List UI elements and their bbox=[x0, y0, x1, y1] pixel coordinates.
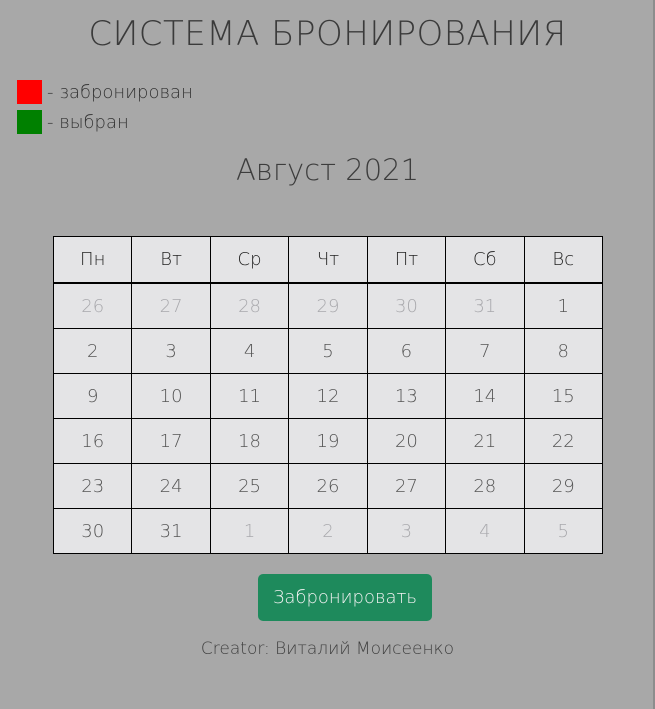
weekday-sat: Сб bbox=[445, 236, 525, 284]
calendar-day[interactable]: 16 bbox=[52, 418, 133, 464]
calendar-day[interactable]: 21 bbox=[445, 418, 525, 464]
calendar-day-other-month[interactable]: 28 bbox=[209, 282, 290, 329]
calendar-day[interactable]: 15 bbox=[523, 373, 604, 419]
calendar-week-row: 16 17 18 19 20 21 22 bbox=[52, 418, 604, 464]
legend-label-booked: - забронирован bbox=[47, 81, 193, 103]
weekday-thu: Чт bbox=[288, 236, 368, 284]
calendar-day-other-month[interactable]: 27 bbox=[131, 282, 211, 329]
calendar-day[interactable]: 23 bbox=[52, 463, 133, 509]
calendar-day[interactable]: 27 bbox=[366, 463, 447, 509]
calendar-day[interactable]: 20 bbox=[366, 418, 447, 464]
calendar-day[interactable]: 28 bbox=[445, 463, 525, 509]
calendar-day[interactable]: 3 bbox=[131, 328, 211, 374]
calendar-day[interactable]: 30 bbox=[52, 508, 133, 554]
calendar-day-other-month[interactable]: 2 bbox=[288, 508, 368, 554]
calendar-day[interactable]: 14 bbox=[445, 373, 525, 419]
booked-color-swatch bbox=[17, 80, 42, 104]
calendar-day[interactable]: 4 bbox=[209, 328, 290, 374]
calendar-day-other-month[interactable]: 3 bbox=[366, 508, 447, 554]
calendar-day-other-month[interactable]: 29 bbox=[288, 282, 368, 329]
legend-label-selected: - выбран bbox=[47, 111, 129, 133]
calendar-day[interactable]: 7 bbox=[445, 328, 525, 374]
calendar-day[interactable]: 18 bbox=[209, 418, 290, 464]
calendar-day[interactable]: 25 bbox=[209, 463, 290, 509]
calendar-day[interactable]: 12 bbox=[288, 373, 368, 419]
calendar-day[interactable]: 8 bbox=[523, 328, 604, 374]
weekday-fri: Пт bbox=[366, 236, 447, 284]
weekday-tue: Вт bbox=[131, 236, 211, 284]
calendar-day[interactable]: 1 bbox=[523, 282, 604, 329]
weekday-sun: Вс bbox=[523, 236, 604, 284]
calendar-day[interactable]: 11 bbox=[209, 373, 290, 419]
weekday-wed: Ср bbox=[209, 236, 290, 284]
calendar-day[interactable]: 17 bbox=[131, 418, 211, 464]
book-button[interactable]: Забронировать bbox=[258, 574, 432, 621]
calendar-day-other-month[interactable]: 5 bbox=[523, 508, 604, 554]
weekday-header-row: Пн Вт Ср Чт Пт Сб Вс bbox=[52, 236, 604, 284]
calendar-day[interactable]: 22 bbox=[523, 418, 604, 464]
calendar-week-row: 23 24 25 26 27 28 29 bbox=[52, 463, 604, 509]
legend-item-booked: - забронирован bbox=[17, 79, 193, 105]
calendar-day[interactable]: 2 bbox=[52, 328, 133, 374]
legend: - забронирован - выбран bbox=[17, 79, 193, 139]
calendar-week-row: 30 31 1 2 3 4 5 bbox=[52, 508, 604, 554]
month-title: Август 2021 bbox=[235, 153, 420, 187]
calendar-day[interactable]: 5 bbox=[288, 328, 368, 374]
calendar-grid: Пн Вт Ср Чт Пт Сб Вс 26 27 28 29 30 31 1 2 3 4 5 6 7… bbox=[52, 236, 604, 554]
calendar-day-other-month[interactable]: 31 bbox=[445, 282, 525, 329]
calendar-day[interactable]: 19 bbox=[288, 418, 368, 464]
calendar-day[interactable]: 24 bbox=[131, 463, 211, 509]
calendar-week-row: 26 27 28 29 30 31 1 bbox=[52, 282, 604, 329]
selected-color-swatch bbox=[17, 110, 42, 134]
calendar-day-other-month[interactable]: 4 bbox=[445, 508, 525, 554]
calendar-week-row: 2345678 bbox=[52, 328, 604, 374]
calendar-day[interactable]: 26 bbox=[288, 463, 368, 509]
calendar-day[interactable]: 6 bbox=[366, 328, 447, 374]
calendar-week-row: 9 10 11 12 13 14 15 bbox=[52, 373, 604, 419]
legend-item-selected: - выбран bbox=[17, 109, 193, 135]
calendar-day[interactable]: 31 bbox=[131, 508, 211, 554]
calendar-body: 26 27 28 29 30 31 1 2 3 4 5 6 7 8 9 10 11 12 13 14 15 16 17 18 1… bbox=[52, 282, 604, 554]
booking-page: СИСТЕМА БРОНИРОВАНИЯ - забронирован - вы… bbox=[0, 0, 655, 709]
creator-credit: Creator: Виталий Моисеенко bbox=[200, 639, 455, 659]
weekday-mon: Пн bbox=[52, 236, 133, 284]
page-title: СИСТЕМА БРОНИРОВАНИЯ bbox=[88, 14, 567, 54]
calendar-day[interactable]: 29 bbox=[523, 463, 604, 509]
calendar-day-other-month[interactable]: 1 bbox=[209, 508, 290, 554]
calendar-day[interactable]: 10 bbox=[131, 373, 211, 419]
calendar-day-other-month[interactable]: 30 bbox=[366, 282, 447, 329]
calendar-day-other-month[interactable]: 26 bbox=[52, 282, 133, 329]
calendar-day[interactable]: 13 bbox=[366, 373, 447, 419]
calendar-day[interactable]: 9 bbox=[52, 373, 133, 419]
